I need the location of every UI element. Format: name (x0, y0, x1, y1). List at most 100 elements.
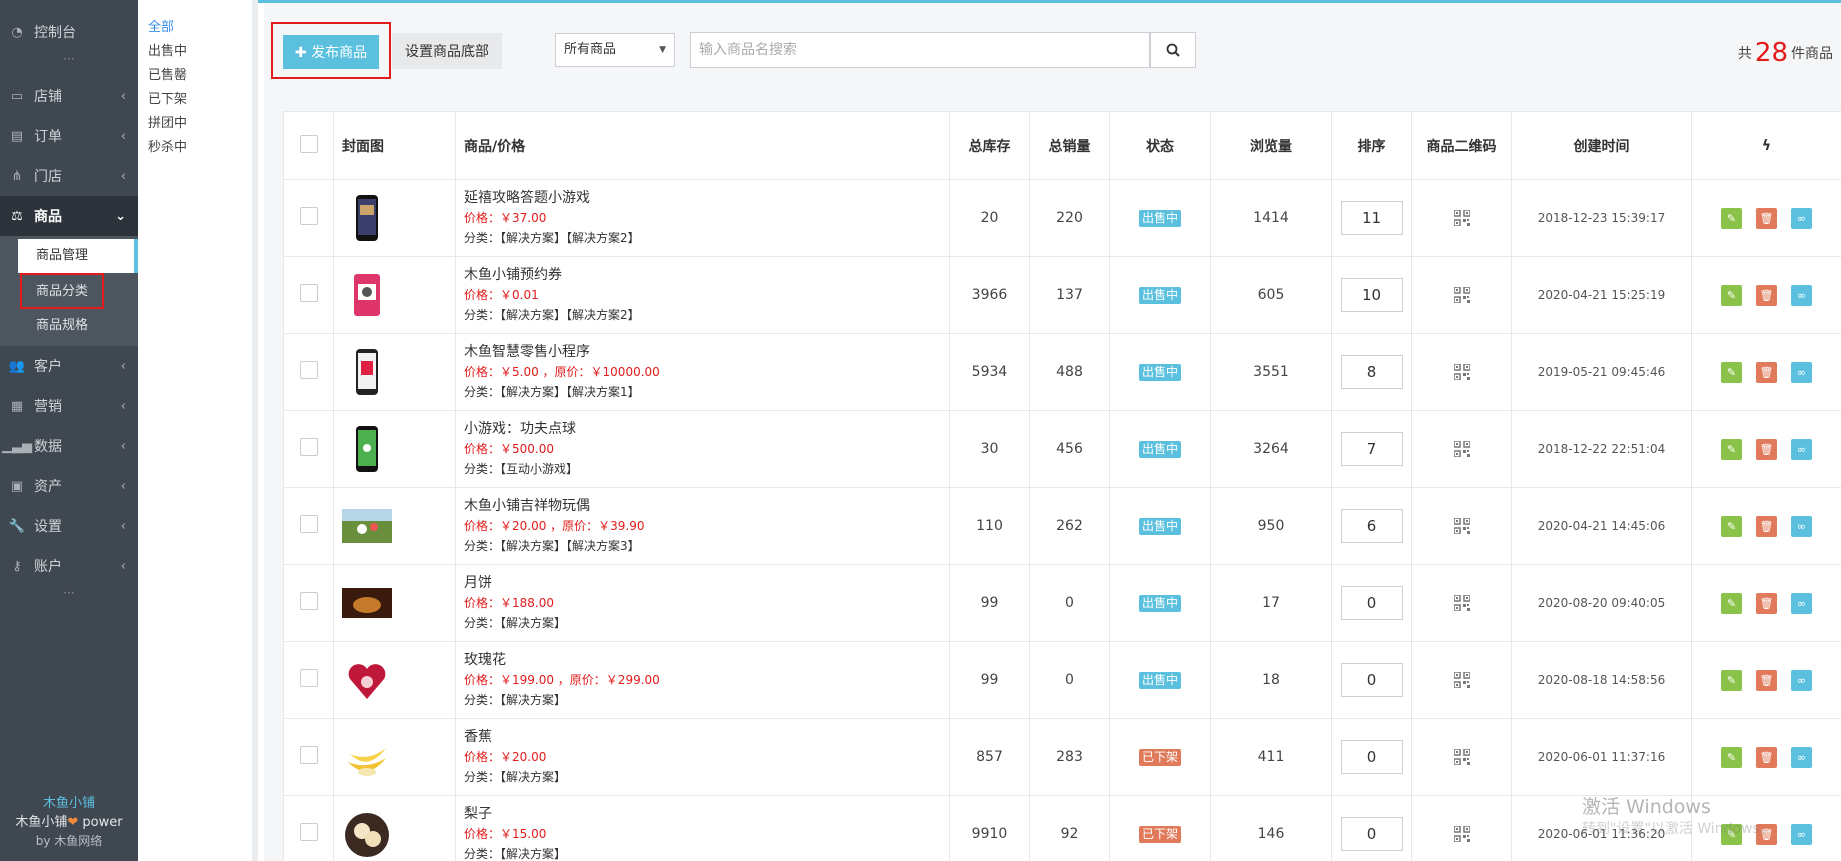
product-name[interactable]: 木鱼小铺吉祥物玩偶 (464, 496, 949, 516)
delete-button[interactable]: 🗑 (1756, 284, 1777, 306)
qrcode-icon[interactable] (1452, 671, 1471, 689)
header-select-all[interactable] (283, 111, 334, 180)
link-button[interactable]: ∞ (1791, 592, 1812, 614)
qrcode-icon[interactable] (1452, 748, 1471, 766)
link-button[interactable]: ∞ (1791, 438, 1812, 460)
product-thumbnail[interactable] (342, 809, 392, 859)
product-thumbnail[interactable] (342, 270, 392, 320)
delete-button[interactable]: 🗑 (1756, 746, 1777, 768)
sidebar-subitem-product-category[interactable]: 商品分类 (20, 273, 104, 309)
qrcode-icon[interactable] (1452, 363, 1471, 381)
sidebar-item-marketing[interactable]: ▦ 营销 ‹ (0, 386, 138, 426)
edit-button[interactable]: ✎ (1721, 361, 1742, 383)
product-filter-select[interactable]: 所有商品 ▼ (555, 33, 675, 67)
qrcode-icon[interactable] (1452, 517, 1471, 535)
sort-input[interactable]: 0 (1340, 663, 1403, 697)
product-thumbnail[interactable] (342, 655, 392, 705)
delete-button[interactable]: 🗑 (1756, 438, 1777, 460)
product-thumbnail[interactable] (342, 193, 392, 243)
filter-flash-sale[interactable]: 秒杀中 (138, 136, 252, 160)
sidebar-item-data[interactable]: ▁▃▅ 数据 ‹ (0, 426, 138, 466)
product-name[interactable]: 梨子 (464, 804, 949, 824)
filter-sold-out[interactable]: 已售罄 (138, 64, 252, 88)
set-product-bottom-button[interactable]: 设置商品底部 (392, 33, 502, 69)
sort-input[interactable]: 0 (1340, 586, 1403, 620)
link-button[interactable]: ∞ (1791, 361, 1812, 383)
edit-button[interactable]: ✎ (1721, 669, 1742, 691)
edit-button[interactable]: ✎ (1721, 207, 1742, 229)
edit-button[interactable]: ✎ (1721, 592, 1742, 614)
link-button[interactable]: ∞ (1791, 823, 1812, 845)
footer-brand[interactable]: 木鱼小铺 (0, 794, 138, 813)
qrcode-icon[interactable] (1452, 440, 1471, 458)
product-thumbnail[interactable] (342, 501, 392, 551)
sort-input[interactable]: 0 (1340, 817, 1403, 851)
sidebar-item-orders[interactable]: ▤ 订单 ‹ (0, 116, 138, 156)
filter-off-shelf[interactable]: 已下架 (138, 88, 252, 112)
qrcode-icon[interactable] (1452, 825, 1471, 843)
checkbox[interactable] (299, 669, 318, 687)
filter-all[interactable]: 全部 (138, 16, 252, 40)
product-name[interactable]: 月饼 (464, 573, 949, 593)
checkbox[interactable] (299, 438, 318, 456)
edit-button[interactable]: ✎ (1721, 284, 1742, 306)
sidebar-subitem-product-manage[interactable]: 商品管理 (18, 239, 138, 273)
product-name[interactable]: 木鱼智慧零售小程序 (464, 342, 949, 362)
sidebar-item-settings[interactable]: 🔧 设置 ‹ (0, 506, 138, 546)
search-input[interactable] (690, 32, 1150, 68)
sidebar-item-products[interactable]: ⚖ 商品 ⌄ (0, 196, 138, 236)
product-thumbnail[interactable] (342, 732, 392, 782)
qrcode-icon[interactable] (1452, 594, 1471, 612)
sidebar-item-assets[interactable]: ▣ 资产 ‹ (0, 466, 138, 506)
sort-input[interactable]: 7 (1340, 432, 1403, 466)
checkbox[interactable] (299, 134, 318, 153)
delete-button[interactable]: 🗑 (1756, 361, 1777, 383)
sidebar-item-customers[interactable]: 👥 客户 ‹ (0, 346, 138, 386)
delete-button[interactable]: 🗑 (1756, 669, 1777, 691)
sidebar-item-store[interactable]: ▭ 店铺 ‹ (0, 76, 138, 116)
qrcode-icon[interactable] (1452, 286, 1471, 304)
link-button[interactable]: ∞ (1791, 207, 1812, 229)
sort-input[interactable]: 11 (1340, 201, 1403, 235)
edit-button[interactable]: ✎ (1721, 746, 1742, 768)
qrcode-icon[interactable] (1452, 209, 1471, 227)
edit-button[interactable]: ✎ (1721, 515, 1742, 537)
product-thumbnail[interactable] (342, 578, 392, 628)
link-button[interactable]: ∞ (1791, 746, 1812, 768)
checkbox[interactable] (299, 823, 318, 841)
link-button[interactable]: ∞ (1791, 669, 1812, 691)
sort-input[interactable]: 8 (1340, 355, 1403, 389)
checkbox[interactable] (299, 361, 318, 379)
publish-product-button[interactable]: ✚ 发布商品 (283, 35, 379, 69)
product-name[interactable]: 小游戏：功夫点球 (464, 419, 949, 439)
product-name[interactable]: 玫瑰花 (464, 650, 949, 670)
delete-button[interactable]: 🗑 (1756, 207, 1777, 229)
link-button[interactable]: ∞ (1791, 515, 1812, 537)
product-name[interactable]: 延禧攻略答题小游戏 (464, 188, 949, 208)
sidebar-item-dashboard[interactable]: ◔ 控制台 (0, 12, 138, 52)
delete-button[interactable]: 🗑 (1756, 515, 1777, 537)
edit-button[interactable]: ✎ (1721, 438, 1742, 460)
sort-input[interactable]: 6 (1340, 509, 1403, 543)
sidebar-subitem-product-spec[interactable]: 商品规格 (0, 309, 138, 343)
checkbox[interactable] (299, 207, 318, 225)
sidebar-item-account[interactable]: ⚷ 账户 ‹ (0, 546, 138, 586)
delete-button[interactable]: 🗑 (1756, 823, 1777, 845)
checkbox[interactable] (299, 592, 318, 610)
search-button[interactable] (1150, 32, 1196, 68)
product-thumbnail[interactable] (342, 347, 392, 397)
sidebar-item-branches[interactable]: ⋔ 门店 ‹ (0, 156, 138, 196)
link-button[interactable]: ∞ (1791, 284, 1812, 306)
product-name[interactable]: 木鱼小铺预约券 (464, 265, 949, 285)
delete-button[interactable]: 🗑 (1756, 592, 1777, 614)
filter-on-sale[interactable]: 出售中 (138, 40, 252, 64)
product-name[interactable]: 香蕉 (464, 727, 949, 747)
sort-input[interactable]: 10 (1340, 278, 1403, 312)
checkbox[interactable] (299, 284, 318, 302)
sort-input[interactable]: 0 (1340, 740, 1403, 774)
checkbox[interactable] (299, 515, 318, 533)
edit-button[interactable]: ✎ (1721, 823, 1742, 845)
filter-group-buy[interactable]: 拼团中 (138, 112, 252, 136)
checkbox[interactable] (299, 746, 318, 764)
product-thumbnail[interactable] (342, 424, 392, 474)
